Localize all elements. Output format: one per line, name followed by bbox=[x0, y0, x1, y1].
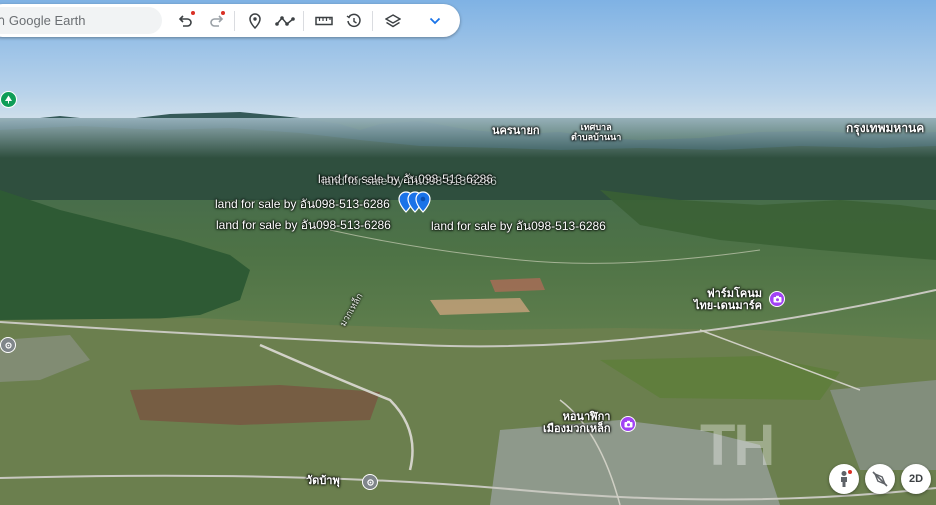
top-toolbar bbox=[0, 4, 460, 37]
layers-icon bbox=[385, 13, 401, 27]
compass-button[interactable] bbox=[865, 464, 895, 494]
poi-label-clock-tower: หอนาฬิกา เมืองมวกเหล็ก bbox=[543, 411, 611, 435]
temple-poi-icon[interactable] bbox=[362, 474, 378, 490]
tree-poi-icon[interactable] bbox=[0, 91, 17, 108]
undo-notification-dot bbox=[191, 10, 195, 15]
poi-label-dairy-farm-line2: ไทย-เดนมาร์ค bbox=[694, 300, 763, 312]
toolbar-divider bbox=[234, 10, 235, 31]
place-label-ban-na-line2: ตำบลบ้านนา bbox=[571, 132, 622, 142]
poi-label-clock-tower-line2: เมืองมวกเหล็ก bbox=[543, 423, 611, 435]
search-input[interactable] bbox=[0, 13, 148, 28]
camera-poi-icon[interactable] bbox=[769, 291, 785, 307]
toolbar-divider bbox=[372, 10, 373, 31]
place-label-bangkok: กรุงเทพมหานค bbox=[846, 121, 925, 135]
redo-button[interactable] bbox=[202, 7, 230, 35]
land-label-stacked-shadow: land for sale by อัน098-513-6286 bbox=[322, 174, 497, 188]
toolbar-divider bbox=[303, 10, 304, 31]
earth-3d-view[interactable] bbox=[0, 0, 936, 505]
map-style-button[interactable] bbox=[379, 7, 407, 35]
pegman-button[interactable] bbox=[829, 464, 859, 494]
poi-label-clock-tower-line1: หอนาฬิกา bbox=[562, 411, 611, 423]
gear-poi-icon[interactable] bbox=[0, 337, 16, 353]
place-label-ban-na-line1: เทศบาล bbox=[580, 122, 612, 132]
measure-button[interactable] bbox=[310, 7, 338, 35]
add-placemark-button[interactable] bbox=[241, 7, 269, 35]
land-label-right[interactable]: land for sale by อัน098-513-6286 bbox=[431, 217, 606, 236]
redo-icon bbox=[210, 14, 224, 27]
poi-label-dairy-farm: ฟาร์มโคนม ไทย-เดนมาร์ค bbox=[694, 288, 762, 312]
camera-poi-icon[interactable] bbox=[620, 416, 636, 432]
poi-label-temple: วัดบ้าพุ bbox=[306, 475, 340, 487]
land-label-left-upper[interactable]: land for sale by อัน098-513-6286 bbox=[215, 195, 390, 214]
toggle-2d-button[interactable]: 2D bbox=[901, 464, 931, 494]
land-label-left-lower[interactable]: land for sale by อัน098-513-6286 bbox=[216, 216, 391, 235]
place-label-ban-na: เทศบาล ตำบลบ้านนา bbox=[571, 122, 621, 142]
draw-path-button[interactable] bbox=[271, 7, 299, 35]
chevron-down-icon bbox=[429, 17, 441, 24]
placemark-icon bbox=[249, 12, 261, 29]
history-icon bbox=[346, 13, 361, 27]
path-icon bbox=[275, 15, 295, 26]
historical-imagery-button[interactable] bbox=[340, 7, 368, 35]
ruler-icon bbox=[315, 16, 333, 25]
placemark-pin-cluster[interactable] bbox=[396, 190, 436, 216]
undo-icon bbox=[178, 14, 192, 27]
more-options-button[interactable] bbox=[421, 7, 449, 35]
compass-icon bbox=[872, 471, 888, 487]
undo-button[interactable] bbox=[172, 7, 200, 35]
search-box[interactable] bbox=[0, 7, 162, 34]
watermark-logo: TH bbox=[700, 413, 775, 478]
redo-notification-dot bbox=[221, 10, 225, 15]
pegman-notification-dot bbox=[848, 470, 852, 474]
place-label-nakhon-nayok: นครนายก bbox=[492, 125, 540, 137]
poi-label-dairy-farm-line1: ฟาร์มโคนม bbox=[706, 288, 763, 300]
